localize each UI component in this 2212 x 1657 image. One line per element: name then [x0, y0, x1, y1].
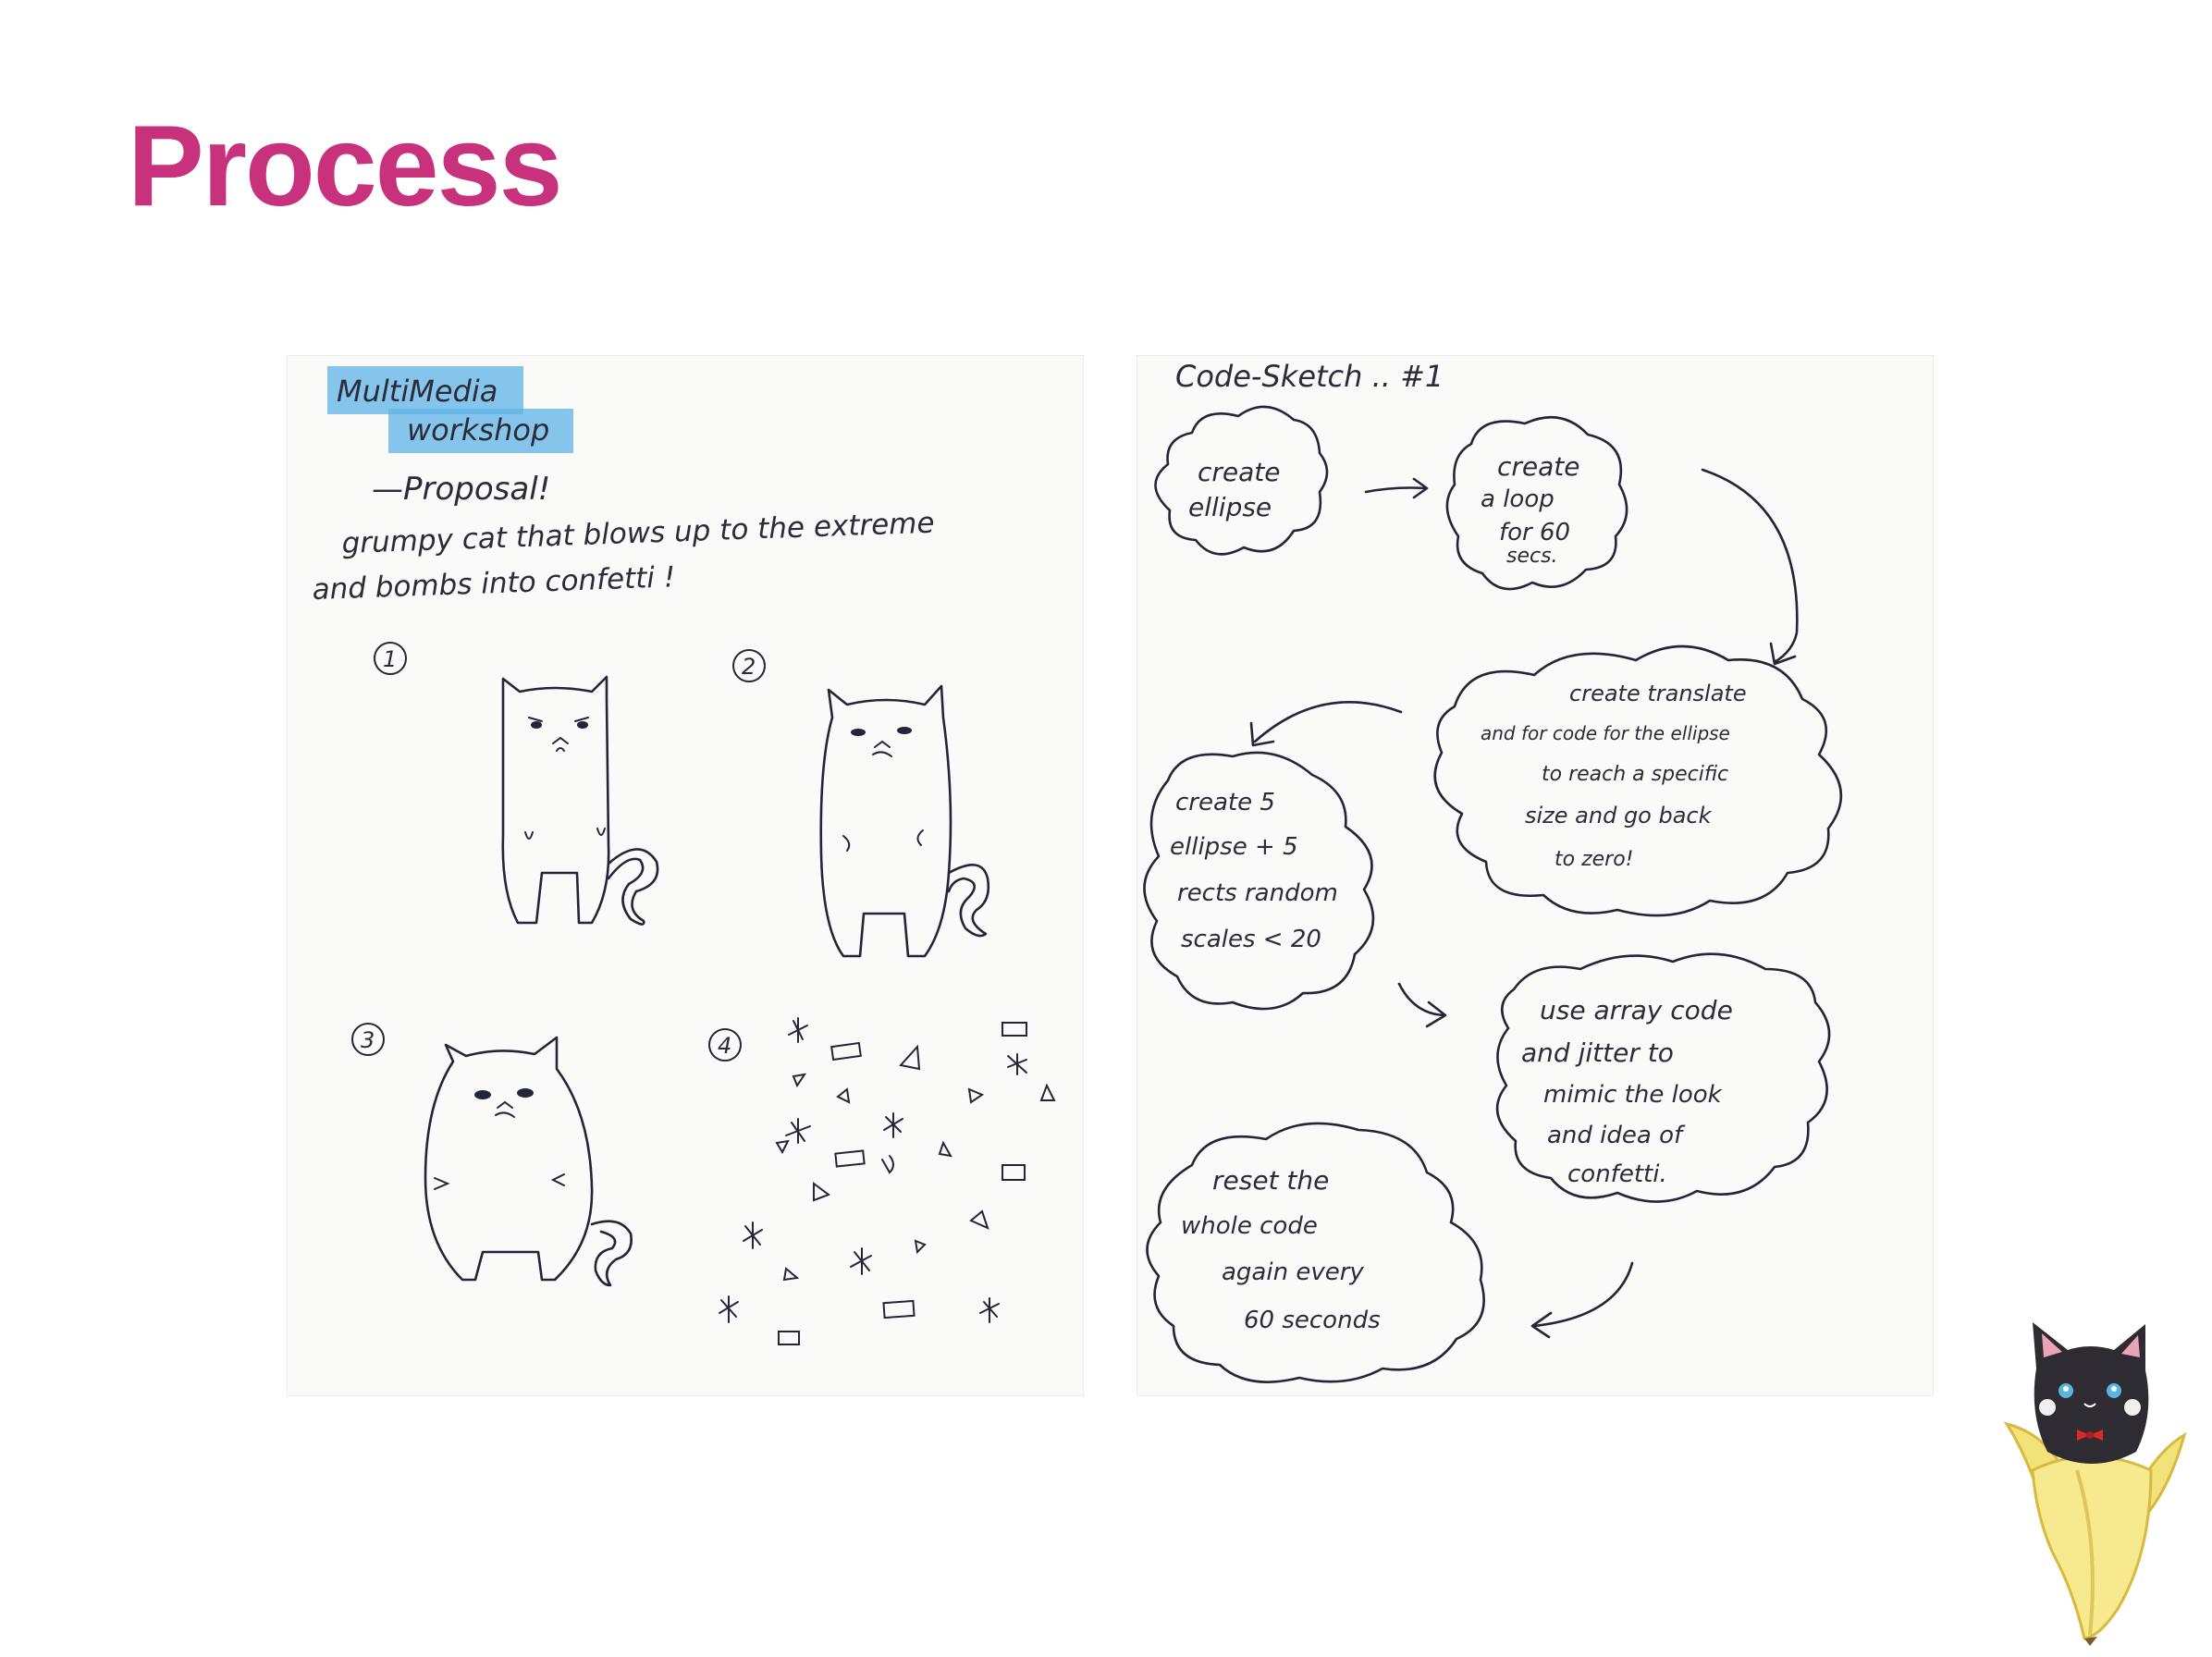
cloud-create-translate: create translate and for code for the el…	[1433, 644, 1843, 917]
cloud-1-line-1: create	[1198, 457, 1281, 487]
cloud-5-line-3: mimic the look	[1543, 1081, 1723, 1109]
cloud-2-line-4: secs.	[1506, 545, 1558, 568]
cloud-6-line-2: whole code	[1181, 1212, 1318, 1240]
step-4-confetti-drawing: 4	[708, 1017, 1056, 1345]
cloud-4-line-3: rects random	[1177, 879, 1338, 907]
cloud-2-line-3: for 60	[1499, 519, 1570, 546]
cloud-5-line-2: and jitter to	[1521, 1037, 1674, 1068]
cloud-2-line-1: create	[1497, 451, 1580, 482]
arrow-4	[1397, 982, 1447, 1028]
cloud-5-line-4: and idea of	[1547, 1122, 1686, 1149]
cloud-4-line-2: ellipse + 5	[1170, 833, 1298, 861]
arrow-5	[1530, 1261, 1634, 1339]
code-sketch-title: Code-Sketch .. #1	[1175, 359, 1444, 394]
step-3-number: 3	[361, 1027, 375, 1053]
cloud-3-line-2: and for code for the ellipse	[1481, 722, 1730, 744]
cloud-2-line-2: a loop	[1481, 485, 1555, 513]
cloud-4-line-4: scales < 20	[1181, 926, 1321, 953]
cloud-3-line-1: create translate	[1569, 681, 1747, 706]
step-4-number: 4	[718, 1033, 731, 1059]
header-line-1: MultiMedia	[337, 374, 498, 409]
code-sketch: Code-Sketch .. #1 create ellipse create …	[1137, 355, 1934, 1396]
cloud-3-line-5: to zero!	[1555, 848, 1634, 871]
step-1-cat-drawing: 1	[374, 642, 659, 926]
proposal-line-2: and bombs into confetti !	[312, 560, 676, 607]
cloud-3-line-4: size and go back	[1525, 803, 1713, 828]
proposal-line-1: grumpy cat that blows up to the extreme	[341, 507, 935, 560]
slide-title: Process	[128, 103, 563, 230]
arrow-3	[1249, 701, 1403, 747]
proposal-label: —Proposal!	[372, 471, 550, 508]
cloud-3-line-3: to reach a specific	[1542, 763, 1728, 786]
cloud-1-line-2: ellipse	[1188, 492, 1272, 522]
step-3-cat-drawing: 3	[351, 1023, 633, 1287]
step-2-number: 2	[742, 654, 756, 680]
step-2-cat-drawing: 2	[732, 649, 990, 958]
cloud-5-line-1: use array code	[1540, 995, 1733, 1025]
cloud-create-loop: create a loop for 60 secs.	[1445, 416, 1628, 591]
cloud-6-line-4: 60 seconds	[1244, 1307, 1381, 1334]
cloud-6-line-3: again every	[1222, 1258, 1364, 1286]
step-1-number: 1	[383, 646, 397, 672]
cat-in-banana-icon	[2003, 1322, 2187, 1646]
header-line-2: workshop	[407, 412, 549, 448]
cloud-4-line-1: create 5	[1175, 789, 1275, 816]
cloud-reset-code: reset the whole code again every 60 seco…	[1146, 1122, 1485, 1383]
arrow-2	[1701, 468, 1799, 666]
proposal-sketch: MultiMedia workshop —Proposal! grumpy ca…	[287, 355, 1084, 1396]
cloud-create-5-ellipse: create 5 ellipse + 5 rects random scales…	[1143, 751, 1375, 1011]
arrow-1	[1364, 477, 1429, 499]
cloud-5-line-5: confetti.	[1567, 1160, 1667, 1188]
cloud-use-array-code: use array code and jitter to mimic the l…	[1495, 952, 1831, 1203]
cloud-create-ellipse: create ellipse	[1154, 405, 1329, 556]
cloud-6-line-1: reset the	[1212, 1165, 1329, 1196]
